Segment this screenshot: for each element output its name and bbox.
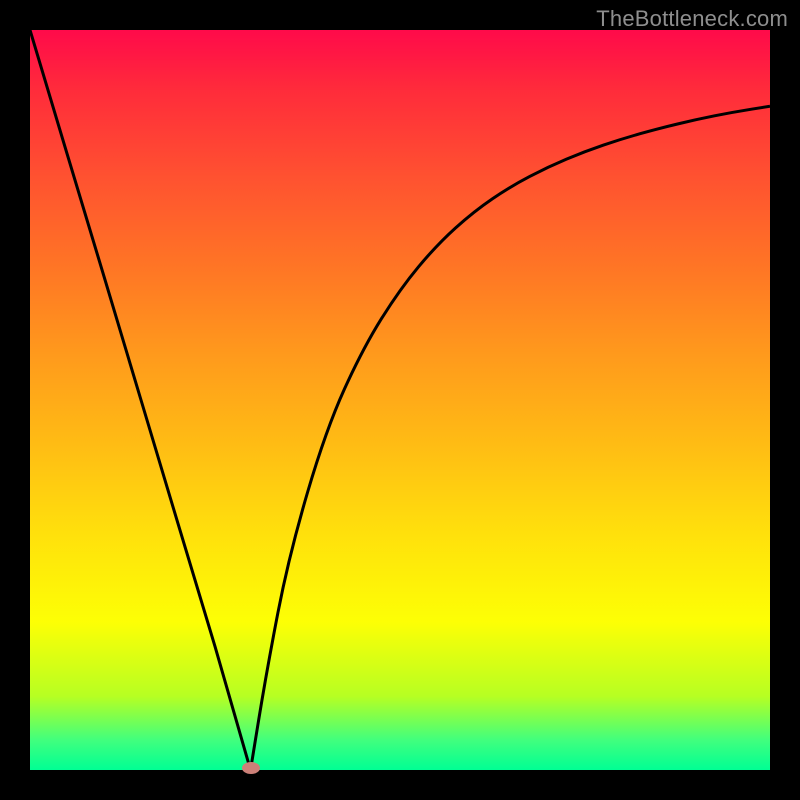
plot-area <box>30 30 770 770</box>
curve-left-branch <box>30 30 251 770</box>
chart-frame: TheBottleneck.com <box>0 0 800 800</box>
curve-layer <box>30 30 770 770</box>
watermark-text: TheBottleneck.com <box>596 6 788 32</box>
vertex-marker <box>242 762 260 774</box>
curve-right-branch <box>251 106 770 770</box>
